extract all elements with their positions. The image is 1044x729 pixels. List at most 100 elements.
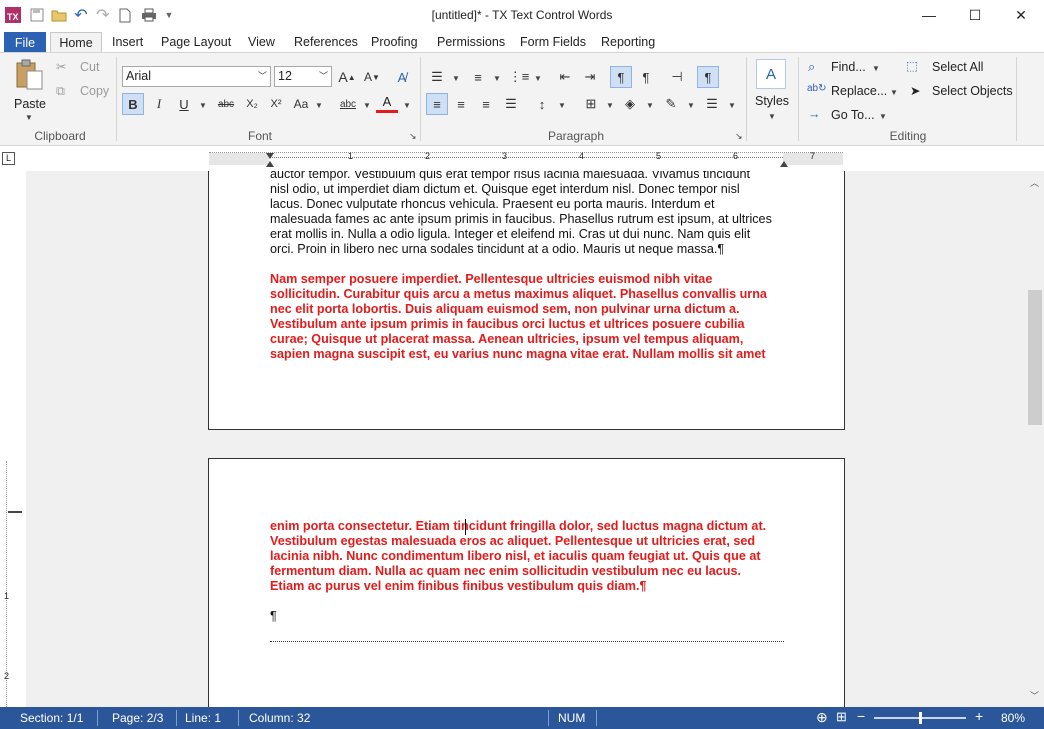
fit-page-icon[interactable]: ⊕ xyxy=(816,709,828,726)
shading-button[interactable]: ◈ xyxy=(619,93,641,115)
scrollbar-thumb[interactable] xyxy=(1028,290,1042,425)
tab-file[interactable]: File xyxy=(4,32,46,53)
bullets-dropdown-icon[interactable]: ▼ xyxy=(452,74,460,83)
find-button[interactable]: Find... xyxy=(831,60,866,74)
top-margin-marker[interactable] xyxy=(8,511,22,513)
paragraph-dialog-launcher-icon[interactable]: ↘ xyxy=(735,131,743,142)
new-document-icon[interactable] xyxy=(114,4,136,26)
scroll-up-icon[interactable]: ︿ xyxy=(1030,176,1039,189)
tab-permissions[interactable]: Permissions xyxy=(437,32,505,52)
copy-button[interactable]: Copy xyxy=(80,84,109,98)
font-color-dropdown-icon[interactable]: ▼ xyxy=(403,101,411,110)
open-folder-icon[interactable] xyxy=(48,4,70,26)
tab-references[interactable]: References xyxy=(294,32,358,52)
bullets-button[interactable]: ☰ xyxy=(426,66,448,88)
justify-button[interactable]: ☰ xyxy=(500,93,522,115)
text-line[interactable]: Vestibulum egestas malesuada eros ac ali… xyxy=(270,534,755,549)
cut-button[interactable]: Cut xyxy=(80,60,99,74)
grow-font-button[interactable]: A ▲ xyxy=(336,66,358,88)
horizontal-ruler[interactable]: L 1 2 3 4 5 6 7 xyxy=(0,147,1044,171)
numbering-button[interactable]: ≡ xyxy=(467,66,489,88)
goto-button[interactable]: Go To... xyxy=(831,108,875,122)
text-line[interactable]: sapien magna suscipit est, eu varius nun… xyxy=(270,347,766,362)
text-line[interactable]: malesuada fames ac ante ipsum primis in … xyxy=(270,212,772,227)
fit-width-icon[interactable]: ⊞ xyxy=(836,709,847,725)
left-indent-marker[interactable] xyxy=(266,153,274,159)
scroll-down-icon[interactable]: ﹀ xyxy=(1030,689,1039,702)
text-line[interactable]: Vestibulum ante ipsum primis in faucibus… xyxy=(270,317,744,332)
page-1[interactable]: auctor tempor. Vestibulum quis erat temp… xyxy=(208,171,845,430)
align-center-button[interactable]: ≡ xyxy=(450,93,472,115)
tab-proofing[interactable]: Proofing xyxy=(371,32,418,52)
undo-icon[interactable]: ↶ xyxy=(70,4,92,26)
maximize-button[interactable]: ☐ xyxy=(952,0,998,30)
vertical-scrollbar[interactable]: ︿ ﹀ xyxy=(1026,171,1044,707)
text-line[interactable]: Nam semper posuere imperdiet. Pellentesq… xyxy=(270,272,712,287)
replace-dropdown-icon[interactable]: ▼ xyxy=(890,88,898,97)
minimize-button[interactable]: — xyxy=(906,0,952,30)
select-all-button[interactable]: Select All xyxy=(932,60,983,74)
change-case-button[interactable]: Aa xyxy=(290,93,312,115)
frame-line-dropdown-icon[interactable]: ▼ xyxy=(687,101,695,110)
align-right-button[interactable]: ≡ xyxy=(475,93,497,115)
tab-form-fields[interactable]: Form Fields xyxy=(520,32,586,52)
close-button[interactable]: ✕ xyxy=(998,0,1044,30)
shading-dropdown-icon[interactable]: ▼ xyxy=(646,101,654,110)
document-canvas[interactable]: auctor tempor. Vestibulum quis erat temp… xyxy=(26,171,1026,707)
subscript-button[interactable]: X₂ xyxy=(241,93,263,115)
change-case-dropdown-icon[interactable]: ▼ xyxy=(315,101,323,110)
text-line[interactable]: enim porta consectetur. Etiam tincidunt … xyxy=(270,519,766,534)
numbering-dropdown-icon[interactable]: ▼ xyxy=(493,74,501,83)
strikethrough-button[interactable]: abc xyxy=(213,93,239,115)
superscript-button[interactable]: X² xyxy=(265,93,287,115)
find-dropdown-icon[interactable]: ▼ xyxy=(872,64,880,73)
ltr-direction-button[interactable]: ¶ xyxy=(610,66,632,88)
highlight-button[interactable]: abc xyxy=(335,93,361,115)
align-left-button[interactable]: ≡ xyxy=(426,93,448,115)
line-spacing-button[interactable]: ↕ xyxy=(531,93,553,115)
select-objects-button[interactable]: Select Objects xyxy=(932,84,1013,98)
line-spacing-dropdown-icon[interactable]: ▼ xyxy=(558,101,566,110)
tab-reporting[interactable]: Reporting xyxy=(601,32,655,52)
text-line[interactable]: sollicitudin. Curabitur quis arcu a metu… xyxy=(270,287,767,302)
line-width-dropdown-icon[interactable]: ▼ xyxy=(728,101,736,110)
zoom-out-icon[interactable]: − xyxy=(857,708,865,724)
empty-paragraph-mark[interactable]: ¶ xyxy=(270,609,277,624)
tab-view[interactable]: View xyxy=(248,32,275,52)
print-icon[interactable] xyxy=(136,4,162,26)
zoom-slider-thumb[interactable] xyxy=(919,712,922,724)
tab-insert[interactable]: Insert xyxy=(112,32,143,52)
hanging-indent-marker[interactable] xyxy=(266,161,274,167)
line-width-button[interactable]: ☰ xyxy=(701,93,723,115)
text-line[interactable]: Etiam ac purus vel enim finibus finibus … xyxy=(270,579,647,594)
multilevel-list-button[interactable]: ⋮≡ xyxy=(508,66,530,88)
highlight-dropdown-icon[interactable]: ▼ xyxy=(363,101,371,110)
rtl-direction-button[interactable]: ¶ xyxy=(635,66,657,88)
tab-page-layout[interactable]: Page Layout xyxy=(161,32,231,52)
multilevel-dropdown-icon[interactable]: ▼ xyxy=(534,74,542,83)
borders-button[interactable]: ⊞ xyxy=(580,93,602,115)
font-family-select[interactable]: Arial ﹀ xyxy=(122,66,271,87)
goto-dropdown-icon[interactable]: ▼ xyxy=(879,112,887,121)
zoom-level[interactable]: 80% xyxy=(1001,711,1025,725)
underline-dropdown-icon[interactable]: ▼ xyxy=(199,101,207,110)
italic-button[interactable]: I xyxy=(148,93,170,115)
text-line[interactable]: lacinia nibh. Nunc condimentum libero ni… xyxy=(270,549,761,564)
zoom-in-icon[interactable]: + xyxy=(975,708,983,724)
styles-button[interactable]: A Styles ▼ xyxy=(752,57,792,121)
text-line[interactable]: curae; Quisque ut placerat massa. Aenean… xyxy=(270,332,743,347)
page-2[interactable]: enim porta consectetur. Etiam tincidunt … xyxy=(208,458,845,707)
keep-lines-button[interactable]: ⊣ xyxy=(666,66,688,88)
font-dialog-launcher-icon[interactable]: ↘ xyxy=(409,131,417,142)
save-icon[interactable] xyxy=(26,4,48,26)
bold-button[interactable]: B xyxy=(122,93,144,115)
font-size-select[interactable]: 12 ﹀ xyxy=(274,66,332,87)
font-color-button[interactable]: A xyxy=(376,93,398,113)
right-indent-marker[interactable] xyxy=(780,161,788,167)
underline-button[interactable]: U xyxy=(173,93,195,115)
tab-home[interactable]: Home xyxy=(50,32,102,54)
customize-qat-icon[interactable]: ▼ xyxy=(162,4,176,26)
decrease-indent-button[interactable]: ⇤ xyxy=(554,66,576,88)
text-line[interactable]: nec elit porta lobortis. Duis aliquam eu… xyxy=(270,302,740,317)
text-line[interactable]: erat mollis in. Nulla a odio ligula. Int… xyxy=(270,227,750,242)
